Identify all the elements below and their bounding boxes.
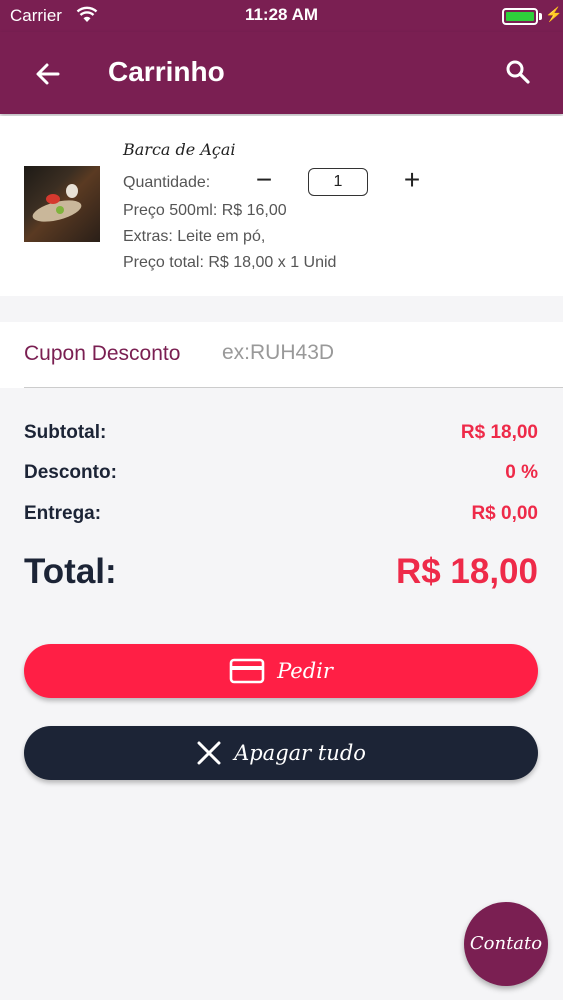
subtotal-value: R$ 18,00 [460, 422, 538, 443]
delivery-value: R$ 0,00 [471, 503, 538, 524]
order-button[interactable]: Pedir [24, 644, 538, 698]
product-image [24, 166, 100, 242]
discount-value: 0 % [505, 462, 538, 483]
quantity-field[interactable]: 1 [308, 168, 368, 196]
discount-row: Desconto: 0 % [24, 462, 538, 484]
delivery-row: Entrega: R$ 0,00 [24, 503, 538, 525]
discount-label: Desconto: [24, 462, 117, 483]
delivery-label: Entrega: [24, 503, 102, 524]
total-label: Total: [24, 552, 117, 591]
coupon-section: Cupon Desconto [0, 322, 563, 388]
extras-label: Extras: Leite em pó, [123, 228, 266, 245]
subtotal-row: Subtotal: R$ 18,00 [24, 422, 538, 444]
coupon-label: Cupon Desconto [24, 342, 181, 365]
product-name: Barca de Açai [123, 140, 236, 159]
battery-icon [502, 8, 538, 25]
order-button-label: Pedir [277, 659, 333, 683]
charging-icon: ⚡ [545, 6, 563, 22]
page-title: Carrinho [108, 56, 225, 87]
clear-cart-button-label: Apagar tudo [234, 741, 366, 765]
item-total-price: Preço total: R$ 18,00 x 1 Unid [123, 254, 337, 271]
clock-label: 11:28 AM [244, 5, 319, 24]
app-bar: Carrinho [0, 32, 563, 114]
credit-card-icon [229, 658, 265, 684]
close-icon [197, 741, 221, 765]
unit-price: Preço 500ml: R$ 16,00 [123, 202, 287, 219]
battery-tip [539, 13, 542, 20]
arrow-left-icon[interactable] [32, 58, 64, 90]
increase-quantity-button[interactable]: + [400, 166, 424, 196]
total-value: R$ 18,00 [395, 552, 538, 591]
total-row: Total: R$ 18,00 [24, 552, 538, 592]
coupon-divider [24, 387, 563, 388]
cart-item: Barca de Açai Quantidade: − 1 + Preço 50… [0, 116, 563, 296]
search-icon[interactable] [504, 58, 532, 86]
subtotal-label: Subtotal: [24, 422, 107, 443]
coupon-input[interactable] [222, 336, 522, 370]
status-bar: Carrier 11:28 AM ⚡ [0, 0, 563, 32]
clear-cart-button[interactable]: Apagar tudo [24, 726, 538, 780]
contact-button[interactable]: Contato [464, 902, 548, 986]
decrease-quantity-button[interactable]: − [252, 166, 276, 196]
quantity-label: Quantidade: [123, 174, 211, 191]
